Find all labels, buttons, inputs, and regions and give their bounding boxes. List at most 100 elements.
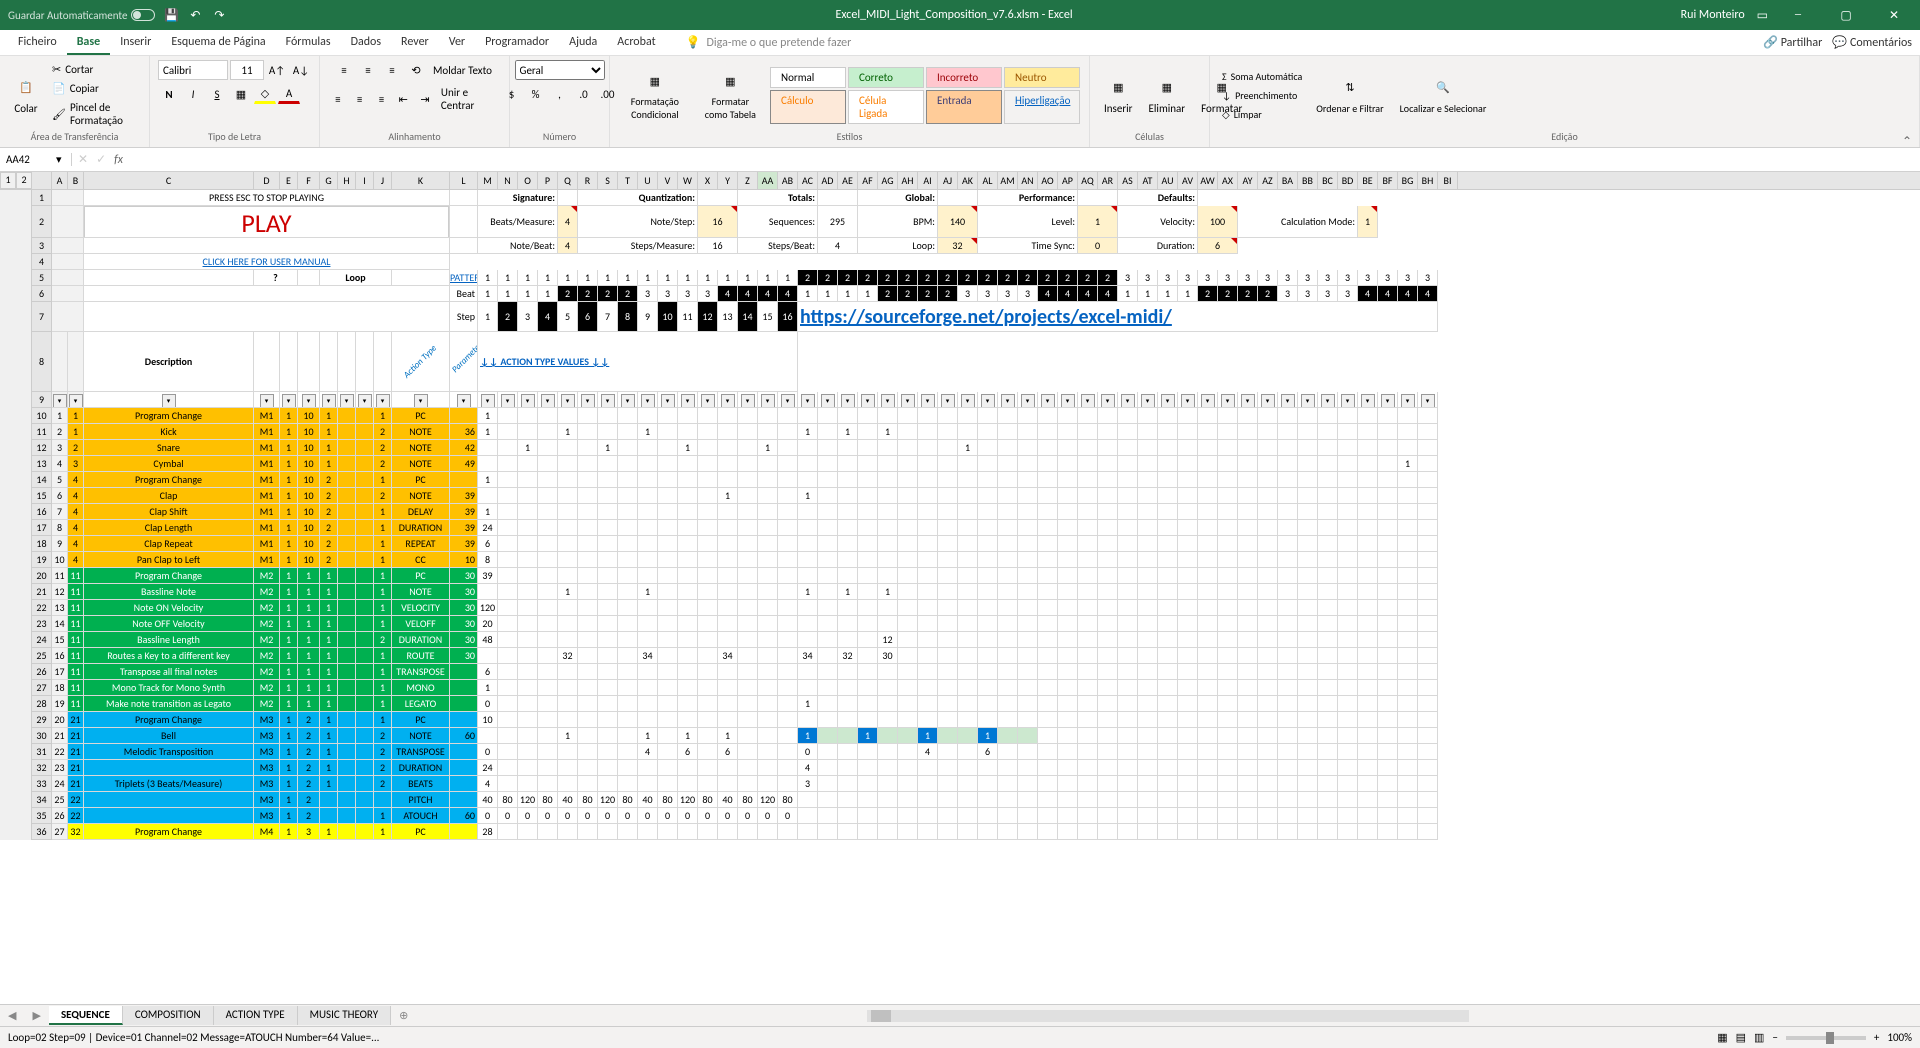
step-27-22[interactable] [898, 680, 918, 696]
step-20-28[interactable] [1018, 568, 1038, 584]
tab-base[interactable]: Base [67, 31, 110, 55]
step-12-45[interactable] [1358, 440, 1378, 456]
step-17-28[interactable] [1018, 520, 1038, 536]
step-25-3[interactable] [518, 648, 538, 664]
step-34-35[interactable] [1158, 792, 1178, 808]
step-11-35[interactable] [1158, 424, 1178, 440]
pattern-2[interactable]: 1 [498, 270, 518, 286]
pattern-33[interactable]: 3 [1118, 270, 1138, 286]
step-12-37[interactable] [1198, 440, 1218, 456]
step-19-26[interactable] [978, 552, 998, 568]
step-30-38[interactable] [1218, 728, 1238, 744]
step-14-18[interactable] [818, 472, 838, 488]
step-16-4[interactable] [538, 504, 558, 520]
step-25-23[interactable] [918, 648, 938, 664]
step-24-44[interactable] [1338, 632, 1358, 648]
step-22-10[interactable] [658, 600, 678, 616]
step-19-25[interactable] [958, 552, 978, 568]
step-23-37[interactable] [1198, 616, 1218, 632]
filter-button[interactable]: ▾ [601, 394, 615, 408]
col-AP[interactable]: AP [1058, 172, 1078, 189]
step-13-35[interactable] [1158, 456, 1178, 472]
step-24-15[interactable] [758, 632, 778, 648]
step-30-21[interactable] [878, 728, 898, 744]
pattern-5[interactable]: 1 [558, 270, 578, 286]
step-15-8[interactable] [618, 488, 638, 504]
step-28-42[interactable] [1298, 696, 1318, 712]
step-18-9[interactable] [638, 536, 658, 552]
step-15-10[interactable] [658, 488, 678, 504]
filter-button[interactable]: ▾ [1141, 394, 1155, 408]
step-32-42[interactable] [1298, 760, 1318, 776]
step-33-19[interactable] [838, 776, 858, 792]
step-10-27[interactable] [998, 408, 1018, 424]
step-35-2[interactable]: 0 [498, 808, 518, 824]
step-32-28[interactable] [1018, 760, 1038, 776]
step-24-10[interactable] [658, 632, 678, 648]
step-32-18[interactable] [818, 760, 838, 776]
step-22-19[interactable] [838, 600, 858, 616]
currency-icon[interactable]: $ [501, 84, 523, 104]
step-27-31[interactable] [1078, 680, 1098, 696]
col-A[interactable]: A [52, 172, 68, 189]
step-14-9[interactable] [638, 472, 658, 488]
step-17-17[interactable] [798, 520, 818, 536]
step-24-38[interactable] [1218, 632, 1238, 648]
step-16-35[interactable] [1158, 504, 1178, 520]
step-27-46[interactable] [1378, 680, 1398, 696]
col-T[interactable]: T [618, 172, 638, 189]
filter-button[interactable]: ▾ [861, 394, 875, 408]
filter-button[interactable]: ▾ [961, 394, 975, 408]
step-30-16[interactable] [778, 728, 798, 744]
filter-button[interactable]: ▾ [621, 394, 635, 408]
step-35-10[interactable]: 0 [658, 808, 678, 824]
step-19-35[interactable] [1158, 552, 1178, 568]
col-AB[interactable]: AB [778, 172, 798, 189]
filter-button[interactable]: ▾ [53, 394, 67, 408]
step-19-27[interactable] [998, 552, 1018, 568]
step-25-6[interactable] [578, 648, 598, 664]
step-12-21[interactable] [878, 440, 898, 456]
step-10-39[interactable] [1238, 408, 1258, 424]
step-24-25[interactable] [958, 632, 978, 648]
step-11-46[interactable] [1378, 424, 1398, 440]
step-30-20[interactable]: 1 [858, 728, 878, 744]
step-34-37[interactable] [1198, 792, 1218, 808]
comments-button[interactable]: 💬 Comentários [1832, 35, 1912, 50]
step-17-11[interactable] [678, 520, 698, 536]
step-17-7[interactable] [598, 520, 618, 536]
step-34-32[interactable] [1098, 792, 1118, 808]
step-31-19[interactable] [838, 744, 858, 760]
step-27-39[interactable] [1238, 680, 1258, 696]
tab-fórmulas[interactable]: Fórmulas [276, 31, 341, 55]
step-15-44[interactable] [1338, 488, 1358, 504]
step-31-43[interactable] [1318, 744, 1338, 760]
step-16-44[interactable] [1338, 504, 1358, 520]
step-28-7[interactable] [598, 696, 618, 712]
step-15-28[interactable] [1018, 488, 1038, 504]
step-26-9[interactable] [638, 664, 658, 680]
step-13-32[interactable] [1098, 456, 1118, 472]
step-17-24[interactable] [938, 520, 958, 536]
step-22-35[interactable] [1158, 600, 1178, 616]
copy-button[interactable]: 📄 Copiar [48, 80, 141, 97]
step-12-19[interactable] [838, 440, 858, 456]
step-11-34[interactable] [1138, 424, 1158, 440]
step-12-47[interactable] [1398, 440, 1418, 456]
step-32-6[interactable] [578, 760, 598, 776]
step-25-22[interactable] [898, 648, 918, 664]
step-27-45[interactable] [1358, 680, 1378, 696]
step-15-31[interactable] [1078, 488, 1098, 504]
step-36-1[interactable]: 28 [478, 824, 498, 840]
insert-cells-button[interactable]: ▦Inserir [1098, 74, 1139, 117]
step-23-23[interactable] [918, 616, 938, 632]
step-25-29[interactable] [1038, 648, 1058, 664]
font-name-input[interactable] [158, 60, 228, 80]
step-36-43[interactable] [1318, 824, 1338, 840]
step-30-35[interactable] [1158, 728, 1178, 744]
step-19-22[interactable] [898, 552, 918, 568]
step-21-19[interactable]: 1 [838, 584, 858, 600]
step-17-29[interactable] [1038, 520, 1058, 536]
step-26-32[interactable] [1098, 664, 1118, 680]
step-16-30[interactable] [1058, 504, 1078, 520]
